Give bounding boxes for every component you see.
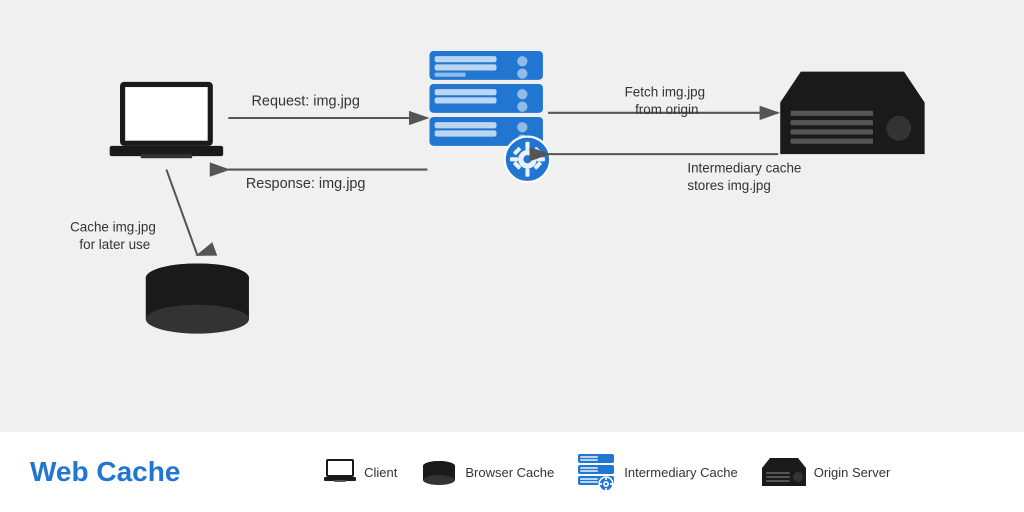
cache-label: Cache img.jpg for later use <box>70 219 159 252</box>
diagram-area: Request: img.jpg Response: img.jpg Cache… <box>0 0 1024 432</box>
legend-item-origin-server: Origin Server <box>762 458 891 486</box>
legend-intermediary-label: Intermediary Cache <box>624 465 737 480</box>
legend-db-icon <box>421 458 457 486</box>
origin-server-icon <box>780 72 924 155</box>
legend-title: Web Cache <box>30 456 180 488</box>
legend-item-intermediary-cache: Intermediary Cache <box>578 454 737 490</box>
client-laptop-icon <box>110 82 223 158</box>
legend-laptop-icon <box>324 459 356 485</box>
intermediary-server-icon <box>429 51 550 182</box>
response-label: Response: img.jpg <box>246 176 366 192</box>
legend-item-browser-cache: Browser Cache <box>421 458 554 486</box>
legend-client-label: Client <box>364 465 397 480</box>
legend-items: Client Browser Cache <box>220 454 994 490</box>
intermediary-stores-label: Intermediary cache stores img.jpg <box>687 161 805 194</box>
legend-bar: Web Cache Client Browser Cache <box>0 432 1024 512</box>
legend-origin-icon <box>762 458 806 486</box>
cache-arrow <box>166 170 197 256</box>
diagram-svg: Request: img.jpg Response: img.jpg Cache… <box>40 20 984 412</box>
fetch-label: Fetch img.jpg from origin <box>625 84 709 117</box>
legend-origin-label: Origin Server <box>814 465 891 480</box>
browser-cache-db-icon <box>146 263 249 333</box>
legend-item-client: Client <box>324 459 397 485</box>
legend-browser-cache-label: Browser Cache <box>465 465 554 480</box>
legend-server-blue-icon <box>578 454 616 490</box>
request-label: Request: img.jpg <box>252 94 360 110</box>
